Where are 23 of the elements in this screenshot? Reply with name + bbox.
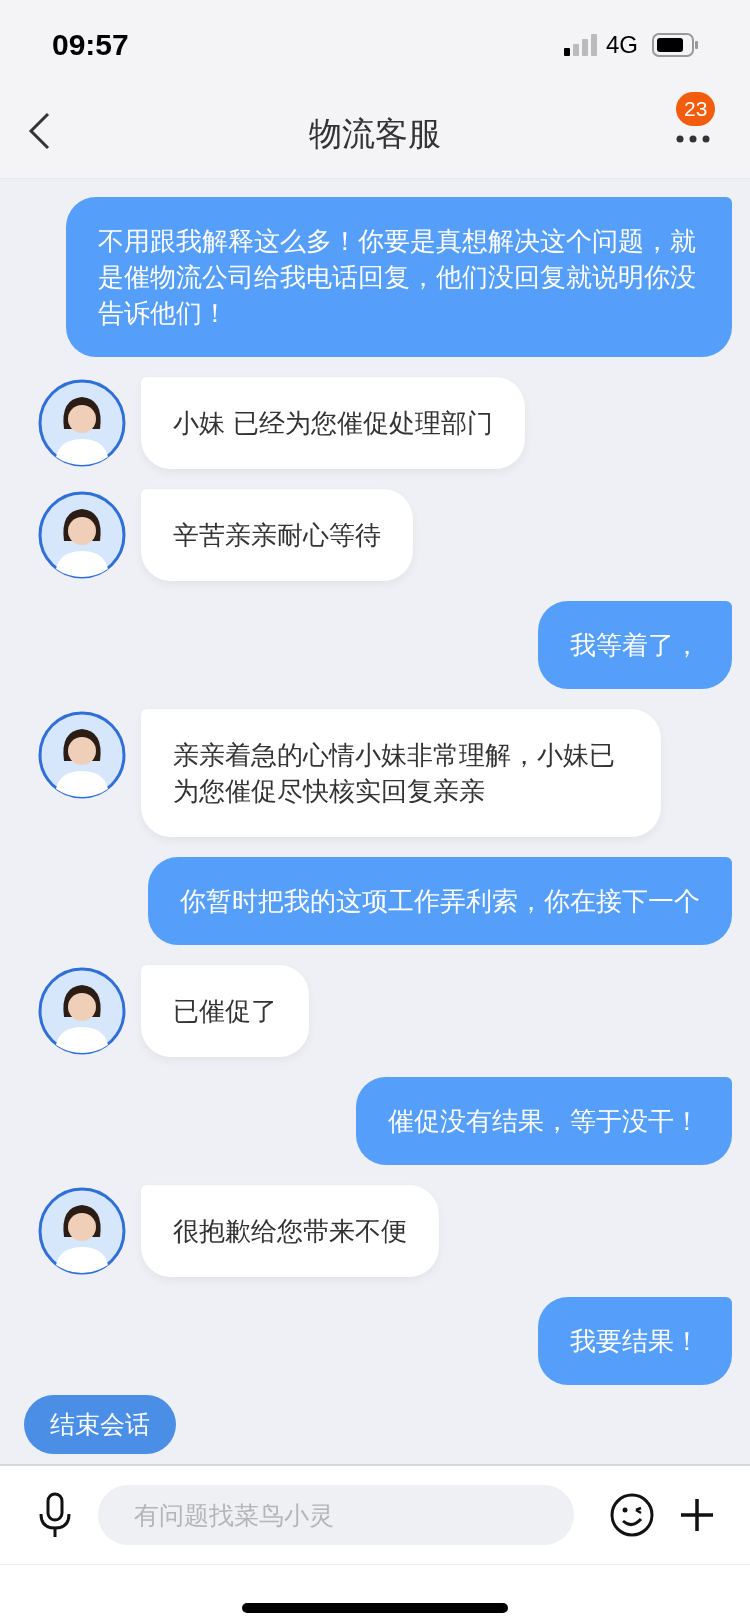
microphone-icon[interactable] <box>38 1492 72 1538</box>
status-time: 09:57 <box>52 28 129 62</box>
message-bubble: 亲亲着急的心情小妹非常理解，小妹已为您催促尽快核实回复亲亲 <box>141 709 661 837</box>
message-bubble: 很抱歉给您带来不便 <box>141 1185 439 1277</box>
message-bubble: 不用跟我解释这么多！你要是真想解决这个问题，就是催物流公司给我电话回复，他们没回复就说明你没告诉他们！ <box>66 197 732 357</box>
message-bubble: 催促没有结果，等于没干！ <box>356 1077 732 1165</box>
message-bubble: 辛苦亲亲耐心等待 <box>141 489 413 581</box>
message-bubble: 我等着了， <box>538 601 732 689</box>
notification-badge: 23 <box>676 92 716 126</box>
message-bubble: 我要结果！ <box>538 1297 732 1385</box>
message-bubble: 小妹 已经为您催促处理部门 <box>141 377 526 469</box>
page-title: 物流客服 <box>309 112 441 155</box>
more-icon[interactable] <box>676 135 710 143</box>
message-input[interactable]: 有问题找菜鸟小灵 <box>98 1485 574 1545</box>
battery-icon <box>652 33 698 57</box>
message-bubble: 已催促了 <box>141 965 309 1057</box>
add-icon[interactable] <box>680 1498 714 1532</box>
message-bubble: 你暂时把我的这项工作弄利索，你在接下一个 <box>148 857 732 945</box>
network-label: 4G <box>606 31 638 59</box>
emoji-icon[interactable] <box>610 1493 654 1537</box>
back-icon[interactable] <box>28 112 50 150</box>
end-chat-button[interactable]: 结束会话 <box>24 1395 176 1454</box>
signal-icon <box>564 34 598 56</box>
